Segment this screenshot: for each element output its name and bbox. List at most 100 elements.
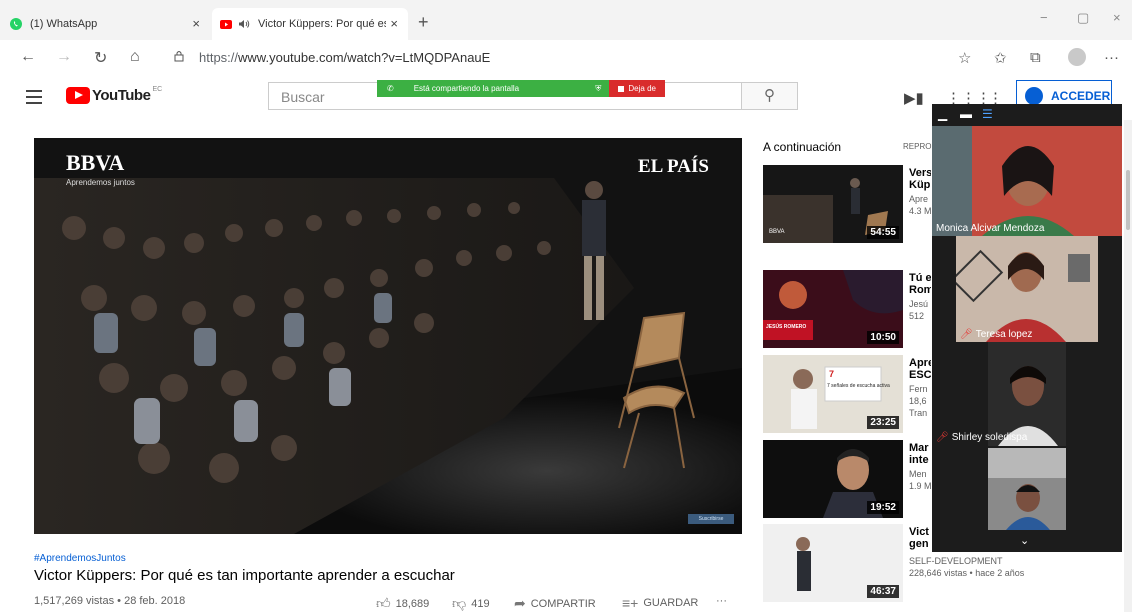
thumbs-up-icon: 👍︎ [376, 595, 391, 611]
maximize-icon[interactable]: ▢ [1077, 10, 1089, 26]
thumbnail-caption: JESÚS ROMERO [766, 323, 806, 330]
participant-video [988, 448, 1066, 530]
profile-icon[interactable] [1068, 48, 1086, 66]
share-button[interactable]: ➦ COMPARTIR [514, 595, 596, 612]
participant-tile[interactable] [988, 448, 1066, 530]
related-video-thumbnail[interactable]: 7 7 señales de escucha activa 23:25 [763, 355, 903, 433]
collapse-chevron-icon[interactable]: ⌄ [1020, 534, 1029, 547]
participant-tile[interactable] [988, 342, 1066, 446]
home-icon[interactable]: ⌂ [130, 48, 140, 66]
video-duration: 23:25 [867, 416, 899, 429]
url-path: www.youtube.com/watch?v=LtMQDPAnauE [238, 50, 491, 65]
related-video-title[interactable]: Vers [909, 167, 931, 179]
like-button[interactable]: 👍︎ 18,689 [376, 595, 429, 612]
whatsapp-icon [10, 18, 22, 30]
address-bar: ← → ↻ ⌂ https://www.youtube.com/watch?v=… [0, 40, 1132, 76]
related-video-title-line2[interactable]: Küp [909, 179, 931, 191]
related-video-title[interactable]: Vict [909, 526, 931, 538]
related-video-thumbnail[interactable]: 19:52 [763, 440, 903, 518]
minimize-icon[interactable]: − [1040, 10, 1048, 25]
youtube-wordmark: YouTube [92, 87, 151, 104]
youtube-logo[interactable]: YouTube EC [66, 86, 162, 104]
thumbnail-caption: 7 señales de escucha activa [827, 383, 890, 389]
video-call-panel: ▁ ▬ ☰ Monica Alcivar Mendoza 🎤︎ Teresa lo… [932, 104, 1122, 552]
scrollbar-thumb[interactable] [1126, 170, 1130, 230]
related-video-title[interactable]: Tú e [909, 272, 931, 284]
related-video-title-line2[interactable]: Rom [909, 284, 931, 296]
bbva-tagline: Aprendemos juntos [66, 178, 135, 187]
elpais-logo: EL PAÍS [638, 156, 709, 177]
thumbs-down-icon: 👎︎ [452, 595, 467, 611]
related-video-badge: Tran [909, 408, 928, 418]
stop-sharing-label: Deja de [628, 84, 656, 93]
tab-close-icon[interactable]: × [192, 16, 200, 31]
phone-icon: ✆ [387, 84, 394, 93]
list-view-icon[interactable]: ☰ [982, 107, 993, 121]
more-icon[interactable]: ··· [1104, 49, 1119, 66]
related-video-title[interactable]: Mar [909, 442, 931, 454]
mic-muted-icon: 🎤︎ [936, 432, 949, 443]
minimize-panel-icon[interactable]: ▁ [938, 107, 947, 121]
participant-name-tag: 🎤︎ Teresa lopez [960, 329, 1032, 340]
autoplay-label: REPRO [903, 142, 932, 151]
video-title: Victor Küppers: Por qué es tan important… [34, 567, 455, 584]
related-video-views: 4.3 M [909, 206, 931, 216]
related-video-title-line2[interactable]: gen [909, 538, 931, 550]
share-arrow-icon: ➦ [514, 595, 526, 611]
related-video-title[interactable]: Apre [909, 357, 931, 369]
tab-whatsapp[interactable]: (1) WhatsApp × [10, 8, 210, 40]
star-icon[interactable]: ☆ [958, 49, 971, 67]
participant-video [956, 236, 1098, 342]
shield-icon: ⛨ [595, 83, 602, 93]
new-tab-button[interactable]: + [418, 12, 429, 33]
close-window-icon[interactable]: × [1113, 10, 1121, 25]
dislike-count: 419 [471, 597, 490, 610]
stop-icon [618, 85, 625, 92]
more-actions-icon[interactable]: ··· [716, 595, 727, 607]
forward-icon[interactable]: → [56, 48, 72, 66]
tab-close-icon[interactable]: × [390, 16, 398, 31]
related-video-channel: Men [909, 469, 927, 479]
save-button[interactable]: ≡+ GUARDAR [622, 595, 698, 611]
related-video-channel: Apre [909, 194, 929, 204]
back-icon[interactable]: ← [20, 48, 36, 66]
participant-name: Teresa lopez [975, 329, 1033, 340]
related-video-views: 1.9 M [909, 481, 931, 491]
reload-icon[interactable]: ↻ [94, 48, 107, 68]
search-placeholder: Buscar [281, 89, 325, 105]
video-duration: 46:37 [867, 585, 899, 598]
related-video-thumbnail[interactable]: BBVA 54:55 [763, 165, 903, 243]
collections-icon[interactable]: ⧉ [1030, 49, 1041, 66]
related-video-views: 18,6 [909, 396, 927, 406]
subscribe-watermark[interactable]: Suscribirse [688, 514, 734, 524]
dislike-button[interactable]: 👎︎ 419 [452, 595, 490, 612]
participant-tile[interactable]: Monica Alcivar Mendoza [932, 126, 1122, 236]
tab-label: (1) WhatsApp [30, 18, 98, 30]
related-video-thumbnail[interactable]: 46:37 [763, 524, 903, 602]
youtube-favicon-icon [220, 19, 232, 29]
related-video-title-line2[interactable]: ESC [909, 369, 931, 381]
participant-video [988, 342, 1066, 446]
screen-share-banner: ✆ Está compartiendo la pantalla ⛨ Deja d… [377, 80, 665, 97]
related-video-title-line2[interactable]: inte [909, 454, 931, 466]
related-video-channel: Fern [909, 384, 928, 394]
participant-video [932, 126, 1122, 236]
participant-tile[interactable]: 🎤︎ Teresa lopez [956, 236, 1098, 342]
favorites-icon[interactable]: ✩ [994, 49, 1007, 67]
video-player[interactable]: BBVA Aprendemos juntos EL PAÍS Suscribir… [34, 138, 742, 534]
url-scheme: https:// [199, 50, 239, 65]
related-video-views: 512 [909, 311, 925, 321]
tab-youtube[interactable]: Victor Küppers: Por qué es t × [212, 8, 408, 40]
search-button[interactable]: ⚲ [742, 82, 798, 110]
video-hashtag[interactable]: #AprendemosJuntos [34, 553, 126, 564]
hamburger-menu-icon[interactable] [26, 90, 42, 108]
create-video-icon[interactable]: ▶▮ [904, 89, 924, 107]
view-count-date: 1,517,269 vistas • 28 feb. 2018 [34, 595, 186, 607]
participant-name: Shirley soledispa [951, 432, 1028, 443]
single-view-icon[interactable]: ▬ [960, 107, 972, 121]
lock-icon[interactable] [174, 50, 184, 62]
stop-sharing-button[interactable]: Deja de [609, 80, 665, 97]
related-video-thumbnail[interactable]: JESÚS ROMERO 10:50 [763, 270, 903, 348]
url-field[interactable]: https://www.youtube.com/watch?v=LtMQDPAn… [199, 50, 490, 65]
audio-playing-icon[interactable] [238, 19, 250, 29]
